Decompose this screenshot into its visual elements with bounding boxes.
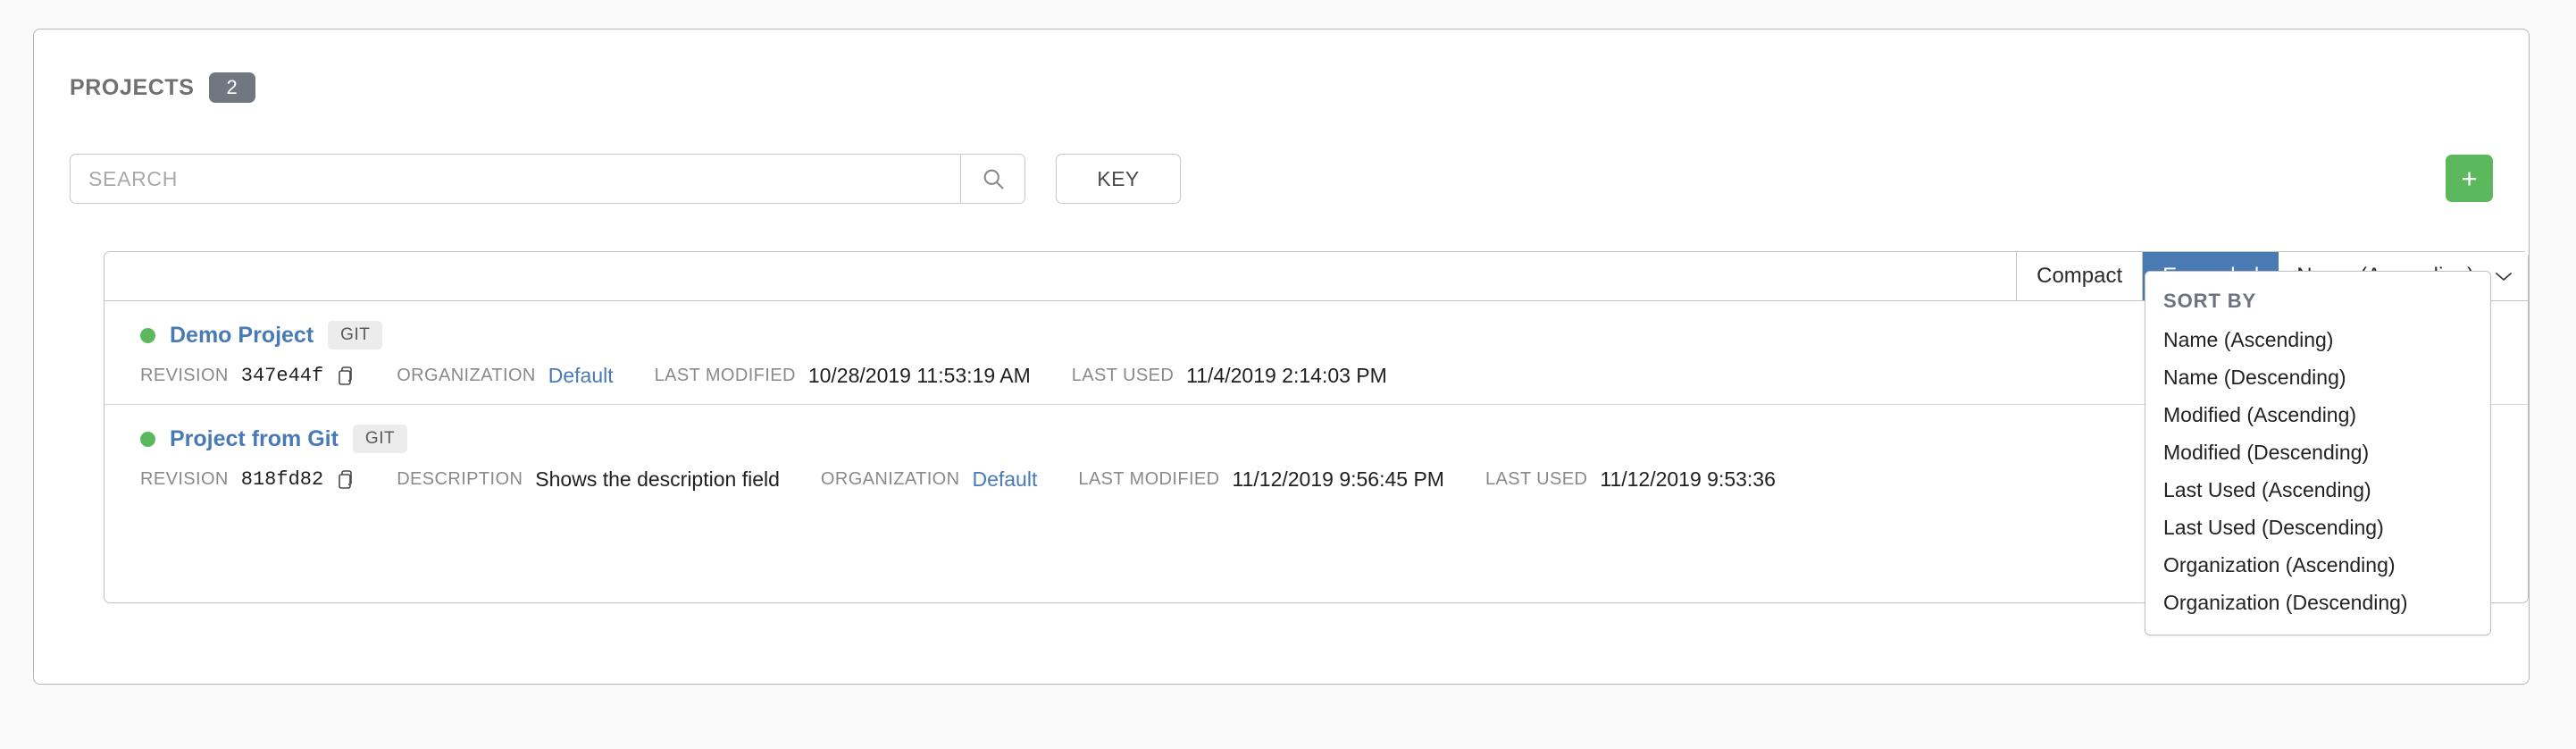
last-modified-value: 10/28/2019 11:53:19 AM: [807, 364, 1031, 387]
dropdown-item-modified-asc[interactable]: Modified (Ascending): [2145, 399, 2490, 436]
search-icon: [983, 169, 1004, 189]
status-indicator-icon: [140, 327, 155, 343]
last-used-value: 11/4/2019 2:14:03 PM: [1186, 364, 1387, 387]
scm-type-badge: GIT: [328, 321, 383, 349]
chevron-down-icon: [2494, 264, 2513, 289]
search-group: [70, 154, 1025, 204]
dropdown-item-modified-desc[interactable]: Modified (Descending): [2145, 436, 2490, 474]
add-project-button[interactable]: +: [2446, 155, 2493, 202]
dropdown-item-organization-asc[interactable]: Organization (Ascending): [2145, 549, 2490, 586]
organization-label: ORGANIZATION: [820, 469, 960, 489]
search-toolbar: KEY +: [70, 154, 2493, 204]
page-title: PROJECTS: [70, 74, 195, 100]
view-mode-compact[interactable]: Compact: [2016, 252, 2143, 300]
sort-by-dropdown: SORT BY Name (Ascending) Name (Descendin…: [2145, 271, 2491, 635]
last-used-label: LAST USED: [1071, 366, 1175, 385]
project-name-link[interactable]: Demo Project: [170, 323, 314, 349]
key-button[interactable]: KEY: [1056, 154, 1181, 204]
revision-label: REVISION: [140, 366, 229, 385]
dropdown-item-name-asc[interactable]: Name (Ascending): [2145, 324, 2490, 361]
revision-value: 818fd82: [240, 468, 324, 491]
dropdown-item-lastused-asc[interactable]: Last Used (Ascending): [2145, 474, 2490, 511]
copy-icon[interactable]: [334, 365, 355, 388]
card-header: PROJECTS 2: [70, 72, 255, 103]
search-input[interactable]: [71, 155, 960, 203]
last-used-label: LAST USED: [1485, 469, 1588, 489]
search-button[interactable]: [960, 155, 1025, 203]
revision-label: REVISION: [140, 469, 229, 489]
copy-icon[interactable]: [334, 468, 355, 492]
revision-value: 347e44f: [240, 365, 324, 387]
description-label: DESCRIPTION: [397, 469, 523, 489]
last-used-value: 11/12/2019 9:53:36: [1600, 467, 1776, 491]
organization-value[interactable]: Default: [972, 467, 1037, 492]
organization-value[interactable]: Default: [548, 364, 614, 388]
scm-type-badge: GIT: [352, 425, 408, 453]
dropdown-item-name-desc[interactable]: Name (Descending): [2145, 361, 2490, 399]
last-modified-label: LAST MODIFIED: [654, 366, 796, 385]
status-indicator-icon: [140, 431, 155, 447]
last-modified-value: 11/12/2019 9:56:45 PM: [1232, 467, 1444, 491]
dropdown-header: SORT BY: [2163, 290, 2257, 312]
plus-icon: +: [2461, 163, 2478, 194]
last-modified-label: LAST MODIFIED: [1078, 469, 1220, 489]
project-name-link[interactable]: Project from Git: [170, 426, 339, 452]
dropdown-item-lastused-desc[interactable]: Last Used (Descending): [2145, 511, 2490, 549]
organization-label: ORGANIZATION: [397, 366, 536, 385]
dropdown-item-organization-desc[interactable]: Organization (Descending): [2145, 586, 2490, 624]
projects-count-badge: 2: [208, 72, 255, 103]
description-value: Shows the description field: [535, 467, 780, 491]
